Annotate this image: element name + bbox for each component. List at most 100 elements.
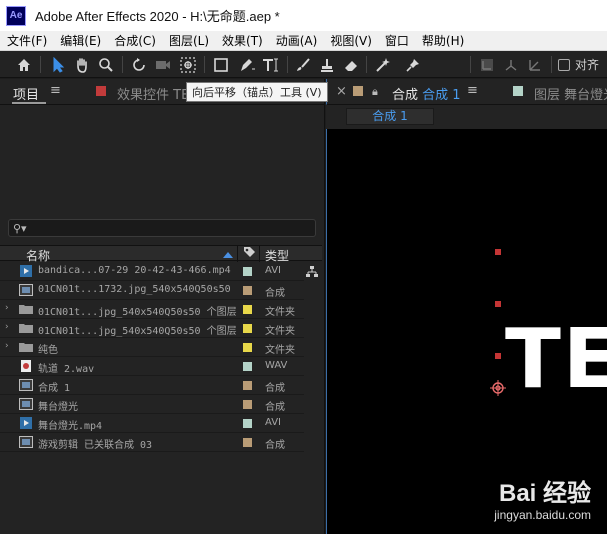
effects-tab-swatch <box>96 86 106 96</box>
item-name: 游戏剪辑 已关联合成 03 <box>38 440 153 451</box>
item-type: 文件夹 <box>265 307 295 318</box>
panel-menu-icon[interactable]: ≡ <box>50 83 61 98</box>
watermark-logo: Bai 经验 <box>498 480 591 507</box>
menu-layer[interactable]: 图层(L) <box>162 32 215 49</box>
list-item[interactable]: 游戏剪辑 已关联合成 03 合成 <box>0 433 304 452</box>
menu-window[interactable]: 窗口 <box>378 32 415 49</box>
label-color-swatch[interactable] <box>243 362 252 371</box>
zoom-icon[interactable] <box>95 54 117 75</box>
label-tag-icon[interactable] <box>243 246 256 262</box>
world-axis-icon[interactable] <box>500 54 522 75</box>
composition-navigator-tab[interactable]: 合成 1 <box>346 108 434 125</box>
menu-bar: 文件(F) 编辑(E) 合成(C) 图层(L) 效果(T) 动画(A) 视图(V… <box>0 31 607 51</box>
menu-animation[interactable]: 动画(A) <box>269 32 324 49</box>
item-name: 01CN01t...1732.jpg_540x540Q50s50 <box>38 284 231 295</box>
viewer-text-layer[interactable]: TE <box>505 312 607 407</box>
list-item[interactable]: bandica...07-29 20-42-43-466.mp4 AVI <box>0 262 304 281</box>
sort-ascending-icon[interactable] <box>223 252 233 258</box>
rectangle-icon[interactable] <box>210 54 232 75</box>
label-color-swatch[interactable] <box>243 419 252 428</box>
tab-layer[interactable]: 图层 舞台燈光 <box>534 84 607 103</box>
list-item[interactable]: 轨道 2.wav WAV <box>0 357 304 376</box>
list-item[interactable]: 舞台燈光 合成 <box>0 395 304 414</box>
title-bar: Ae Adobe After Effects 2020 - H:\无命题.aep… <box>0 0 607 31</box>
tab-composition[interactable]: 合成 合成 1 <box>392 84 461 103</box>
list-item[interactable]: 合成 1 合成 <box>0 376 304 395</box>
expand-chevron-icon[interactable]: › <box>5 303 9 313</box>
label-color-swatch[interactable] <box>243 267 252 276</box>
label-color-swatch[interactable] <box>243 343 252 352</box>
label-color-swatch[interactable] <box>243 324 252 333</box>
comp-tab-swatch <box>353 86 363 96</box>
menu-edit[interactable]: 编辑(E) <box>53 32 107 49</box>
item-type: 文件夹 <box>265 326 295 337</box>
menu-effect[interactable]: 效果(T) <box>215 32 269 49</box>
brush-icon[interactable] <box>292 54 314 75</box>
menu-view[interactable]: 视图(V) <box>323 32 378 49</box>
pen-icon[interactable] <box>236 54 258 75</box>
label-color-swatch[interactable] <box>243 438 252 447</box>
list-item[interactable]: 01CN01t...1732.jpg_540x540Q50s50 合成 <box>0 281 304 300</box>
list-item[interactable]: › 01CN01t...jpg_540x540Q50s50 个图层 文件夹 <box>0 300 304 319</box>
local-axis-icon[interactable] <box>476 54 498 75</box>
expand-chevron-icon[interactable]: › <box>5 322 9 332</box>
snap-checkbox[interactable] <box>558 59 570 71</box>
type-icon[interactable] <box>260 54 282 75</box>
item-type: 合成 <box>265 440 285 451</box>
selection-arrow-icon[interactable] <box>47 54 69 75</box>
menu-help[interactable]: 帮助(H) <box>415 32 470 49</box>
item-type: 文件夹 <box>265 345 295 356</box>
item-name: 轨道 2.wav <box>38 364 95 375</box>
hand-icon[interactable] <box>71 54 93 75</box>
watermark-url: jingyan.baidu.com <box>494 508 591 522</box>
lock-icon[interactable]: 🔒︎ <box>372 85 378 99</box>
tab-project[interactable]: 项目 <box>13 84 39 103</box>
eraser-icon[interactable] <box>340 54 362 75</box>
layer-bounding-handle[interactable] <box>495 353 501 359</box>
label-color-swatch[interactable] <box>243 286 252 295</box>
item-name: 舞台燈光.mp4 <box>38 421 103 432</box>
list-item[interactable]: 舞台燈光.mp4 AVI <box>0 414 304 433</box>
layer-bounding-handle[interactable] <box>495 301 501 307</box>
item-name: bandica...07-29 20-42-43-466.mp4 <box>38 265 231 276</box>
list-item[interactable]: › 01CN01t...jpg_540x540Q50s50 个图层 文件夹 <box>0 319 304 338</box>
camera-icon[interactable] <box>152 54 174 75</box>
puppet-pin-icon[interactable] <box>402 54 424 75</box>
roto-brush-icon[interactable] <box>373 54 395 75</box>
menu-composition[interactable]: 合成(C) <box>107 32 162 49</box>
video-file-icon <box>20 417 32 429</box>
item-name: 纯色 <box>38 345 58 356</box>
layer-bounding-handle[interactable] <box>495 249 501 255</box>
rotate-icon[interactable] <box>128 54 150 75</box>
label-color-swatch[interactable] <box>243 305 252 314</box>
tab-effect-controls[interactable]: 效果控件 TE <box>117 84 187 103</box>
list-item[interactable]: › 纯色 文件夹 <box>0 338 304 357</box>
video-file-icon <box>20 265 32 277</box>
folder-icon <box>19 343 33 352</box>
view-axis-icon[interactable] <box>524 54 546 75</box>
close-icon[interactable]: × <box>336 84 347 99</box>
composition-icon <box>19 398 33 410</box>
home-icon[interactable] <box>13 54 35 75</box>
item-type: WAV <box>265 360 288 371</box>
label-color-swatch[interactable] <box>243 381 252 390</box>
composition-icon <box>19 436 33 448</box>
project-item-list: bandica...07-29 20-42-43-466.mp4 AVI 01C… <box>0 262 322 452</box>
clone-stamp-icon[interactable] <box>316 54 338 75</box>
item-type: 合成 <box>265 383 285 394</box>
flowchart-icon[interactable] <box>306 266 318 281</box>
item-type: AVI <box>265 265 281 276</box>
window-title: Adobe After Effects 2020 - H:\无命题.aep * <box>35 9 280 24</box>
project-search-input[interactable]: ⚲▾ <box>8 219 316 237</box>
expand-chevron-icon[interactable]: › <box>5 341 9 351</box>
anchor-point-icon[interactable] <box>490 380 506 396</box>
item-name: 合成 1 <box>38 383 71 394</box>
panel-menu-icon[interactable]: ≡ <box>467 83 478 98</box>
pan-behind-icon[interactable] <box>177 54 199 75</box>
composition-panel: × 🔒︎ 合成 合成 1 ≡ 图层 舞台燈光 合成 1 TE <box>326 79 607 534</box>
layer-tab-swatch <box>513 86 523 96</box>
item-type: 合成 <box>265 288 285 299</box>
project-list-header: 名称 类型 <box>0 245 322 263</box>
menu-file[interactable]: 文件(F) <box>0 32 53 49</box>
label-color-swatch[interactable] <box>243 400 252 409</box>
